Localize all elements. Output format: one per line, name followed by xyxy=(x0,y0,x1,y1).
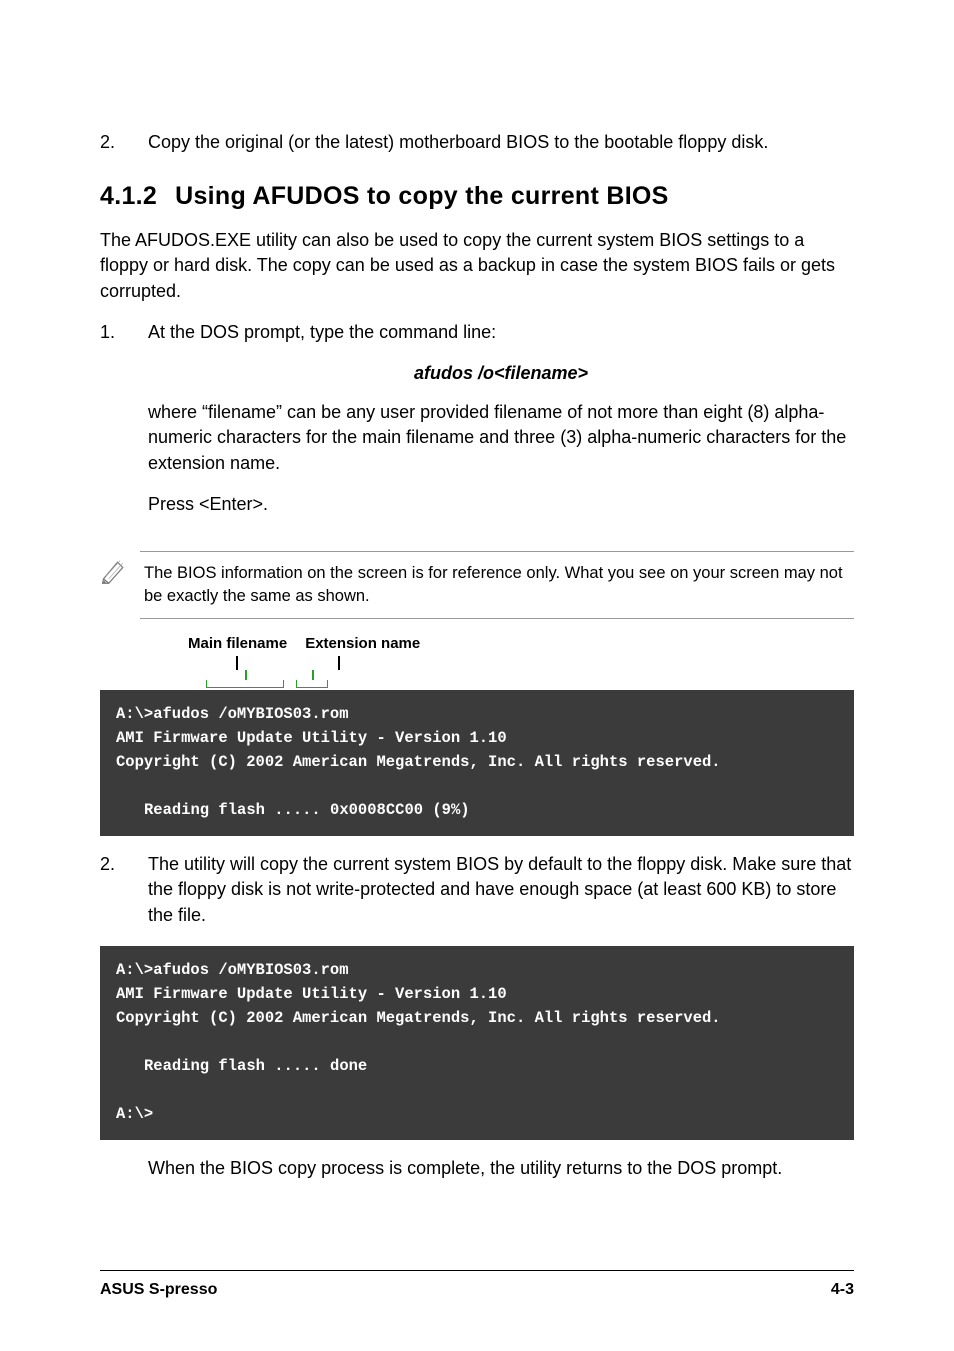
terminal-line: A:\>afudos /oMYBIOS03.rom xyxy=(116,961,349,979)
note-text: The BIOS information on the screen is fo… xyxy=(140,551,854,619)
extension-name-label: Extension name xyxy=(305,633,420,654)
section-title: Using AFUDOS to copy the current BIOS xyxy=(175,182,669,210)
terminal-line: Reading flash ..... 0x0008CC00 (9%) xyxy=(116,798,470,822)
terminal-line: AMI Firmware Update Utility - Version 1.… xyxy=(116,985,507,1003)
terminal-line: Reading flash ..... done xyxy=(116,1054,367,1078)
closing-paragraph-row: When the BIOS copy process is complete, … xyxy=(100,1156,854,1181)
footer-left: ASUS S-presso xyxy=(100,1279,217,1301)
list-body: Copy the original (or the latest) mother… xyxy=(148,130,854,155)
filename-labels: Main filename Extension name xyxy=(100,633,854,654)
terminal-line: A:\> xyxy=(116,1105,153,1123)
section-intro-paragraph: The AFUDOS.EXE utility can also be used … xyxy=(100,228,854,304)
note-callout: The BIOS information on the screen is fo… xyxy=(100,551,854,619)
terminal-line: A:\>afudos /oMYBIOS03.rom xyxy=(116,705,349,723)
main-filename-label: Main filename xyxy=(188,633,287,654)
terminal-line: AMI Firmware Update Utility - Version 1.… xyxy=(116,729,507,747)
list-number-spacer xyxy=(100,1156,148,1181)
press-enter: Press <Enter>. xyxy=(148,492,854,517)
intro-list-item: 2. Copy the original (or the latest) mot… xyxy=(100,130,854,155)
step-2: 2. The utility will copy the current sys… xyxy=(100,852,854,928)
section-heading: 4.1.2 Using AFUDOS to copy the current BI… xyxy=(100,179,854,214)
terminal-line: Copyright (C) 2002 American Megatrends, … xyxy=(116,1009,721,1027)
section-number: 4.1.2 xyxy=(100,182,157,210)
pencil-icon xyxy=(100,551,140,592)
page-footer: ASUS S-presso 4-3 xyxy=(100,1270,854,1301)
footer-right: 4-3 xyxy=(831,1279,854,1301)
terminal-line: Copyright (C) 2002 American Megatrends, … xyxy=(116,753,721,771)
command-line: afudos /o<filename> xyxy=(148,361,854,386)
terminal-output-1: A:\>afudos /oMYBIOS03.rom AMI Firmware U… xyxy=(100,690,854,836)
step-1: 1. At the DOS prompt, type the command l… xyxy=(100,320,854,533)
step-description: where “filename” can be any user provide… xyxy=(148,400,854,476)
list-number: 2. xyxy=(100,130,148,155)
list-number: 1. xyxy=(100,320,148,533)
terminal-output-2: A:\>afudos /oMYBIOS03.rom AMI Firmware U… xyxy=(100,946,854,1140)
filename-diagram xyxy=(188,656,854,690)
list-body: At the DOS prompt, type the command line… xyxy=(148,320,854,533)
list-body: The utility will copy the current system… xyxy=(148,852,854,928)
closing-paragraph: When the BIOS copy process is complete, … xyxy=(148,1156,854,1181)
step-lead: At the DOS prompt, type the command line… xyxy=(148,320,854,345)
list-number: 2. xyxy=(100,852,148,928)
